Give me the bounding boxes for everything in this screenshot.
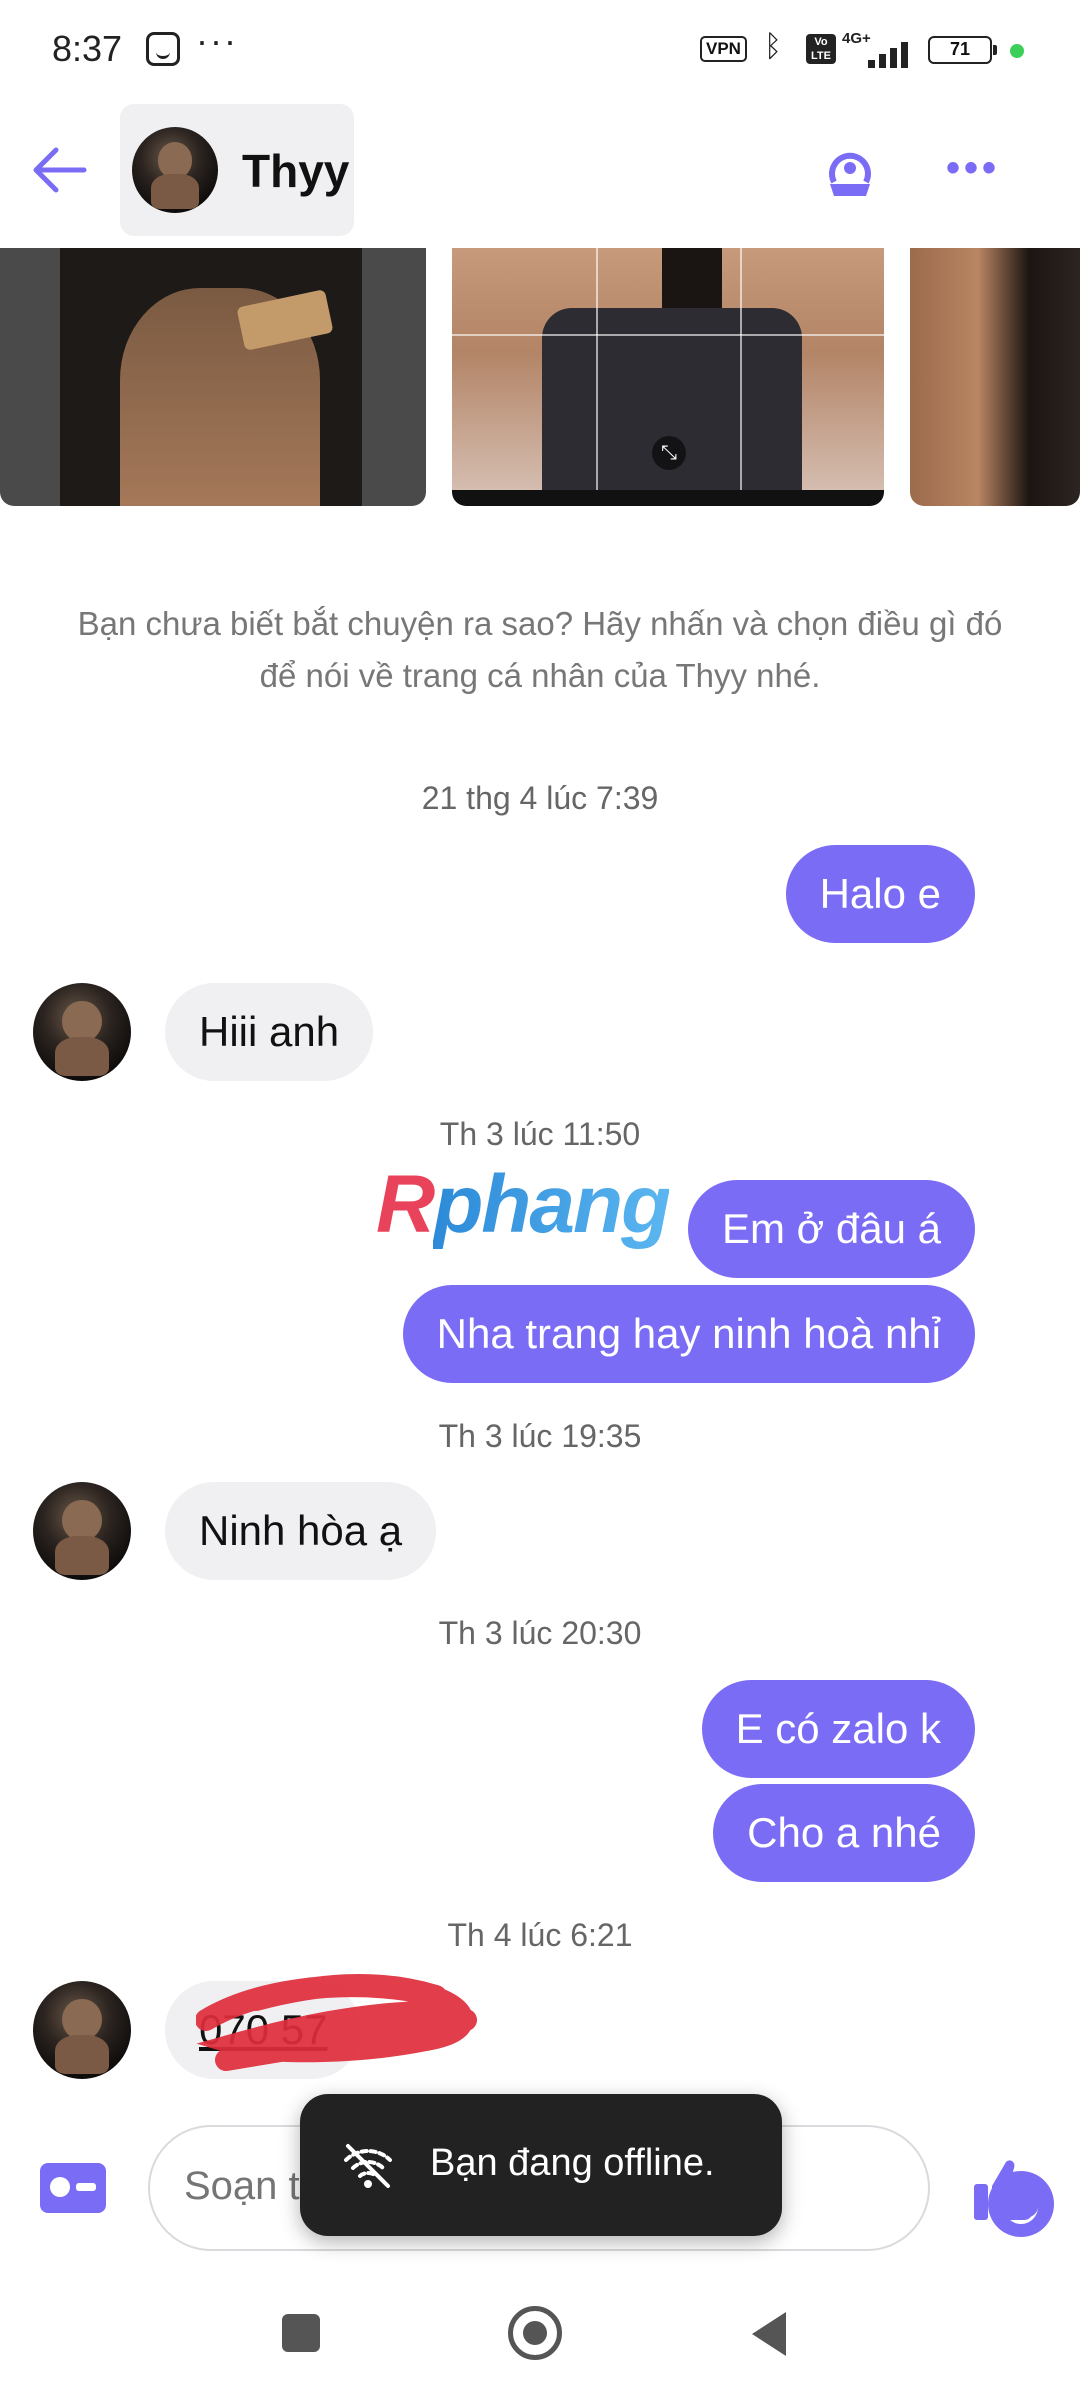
more-icon[interactable]: •••: [946, 148, 1000, 188]
profile-photo[interactable]: [0, 248, 426, 506]
expand-icon[interactable]: ⤡: [652, 436, 686, 470]
incoming-message[interactable]: Hiii anh: [165, 983, 374, 1081]
status-time: 8:37: [52, 28, 123, 69]
recents-icon[interactable]: [282, 2314, 320, 2352]
volte-icon: Vo LTE: [806, 34, 836, 64]
message-timestamp: 21 thg 4 lúc 7:39: [421, 780, 659, 816]
privacy-indicator-icon: [1010, 44, 1024, 58]
contact-card-icon[interactable]: [40, 2163, 106, 2213]
avatar: [132, 127, 218, 213]
signal-icon: [860, 38, 916, 68]
thumbs-up-icon[interactable]: [970, 2154, 1042, 2226]
system-nav-bar: [0, 2280, 1080, 2400]
incoming-message[interactable]: Ninh hòa ạ: [165, 1482, 437, 1580]
outgoing-message[interactable]: Nha trang hay ninh hoà nhỉ: [402, 1285, 975, 1383]
profile-photo[interactable]: ⤡: [452, 248, 884, 506]
avatar[interactable]: [33, 1981, 131, 2079]
profile-photo[interactable]: [910, 248, 1080, 506]
avatar[interactable]: [33, 1482, 131, 1580]
message-timestamp: Th 4 lúc 6:21: [447, 1917, 633, 1953]
contact-name: Thyy: [242, 145, 350, 197]
message-timestamp: Th 3 lúc 20:30: [438, 1615, 642, 1651]
status-bar: 8:37 ··· VPN ᛒ Vo LTE 4G+ 71: [0, 0, 1080, 100]
profile-photo-strip[interactable]: ⤡: [0, 248, 1080, 508]
back-arrow-icon[interactable]: [28, 138, 92, 202]
call-icon[interactable]: [820, 142, 880, 202]
avatar[interactable]: [33, 983, 131, 1081]
offline-toast: Bạn đang offline.: [300, 2094, 782, 2236]
outgoing-message[interactable]: Cho a nhé: [713, 1784, 975, 1882]
watermark-logo: Rphang: [376, 1159, 671, 1250]
outgoing-message[interactable]: Em ở đâu á: [688, 1180, 975, 1278]
bluetooth-icon: ᛒ: [764, 30, 782, 63]
conversation-starter-hint[interactable]: Bạn chưa biết bắt chuyện ra sao? Hãy nhấ…: [70, 598, 1010, 702]
back-icon[interactable]: [752, 2312, 786, 2356]
vpn-icon: VPN: [700, 36, 747, 62]
message-timestamp: Th 3 lúc 19:35: [438, 1418, 642, 1454]
home-icon[interactable]: [508, 2306, 562, 2360]
battery-icon: 71: [928, 36, 997, 64]
more-notifications-icon: ···: [196, 20, 238, 61]
wifi-off-icon: [340, 2138, 396, 2194]
face-icon: [146, 32, 180, 66]
chat-header: Thyy •••: [0, 100, 1080, 250]
contact-profile-chip[interactable]: Thyy: [120, 104, 354, 236]
message-timestamp: Th 3 lúc 11:50: [439, 1116, 641, 1152]
outgoing-message[interactable]: Halo e: [785, 845, 975, 943]
toast-message: Bạn đang offline.: [430, 2142, 715, 2184]
redaction-scribble: [196, 1973, 477, 2071]
outgoing-message[interactable]: E có zalo k: [701, 1680, 975, 1778]
